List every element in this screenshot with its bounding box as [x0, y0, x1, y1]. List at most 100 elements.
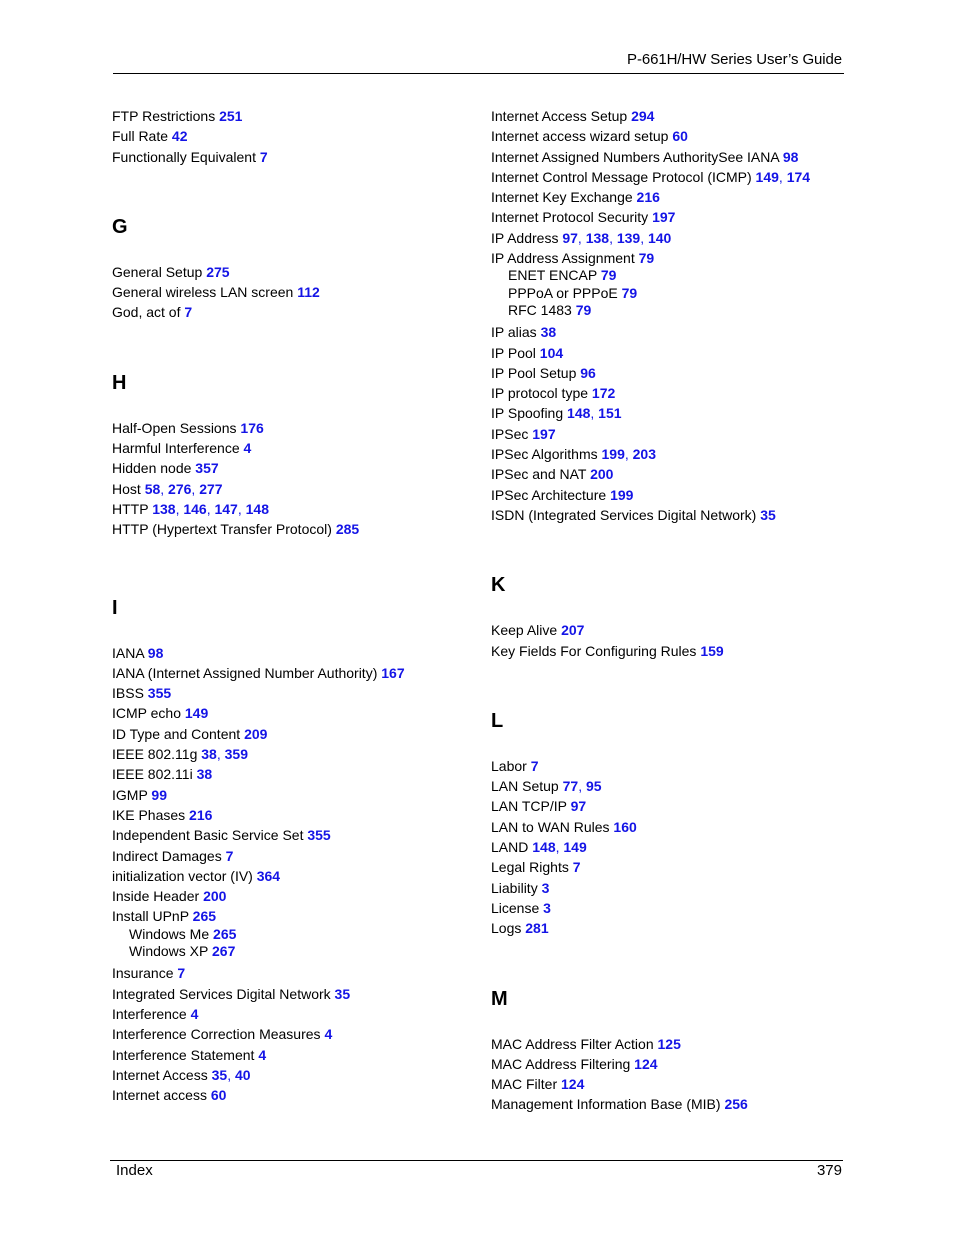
page-reference-link[interactable]: 160: [613, 819, 636, 835]
page-reference-link[interactable]: 359: [225, 746, 248, 762]
page-reference-link[interactable]: 97: [571, 798, 587, 814]
page-reference-link[interactable]: 149: [185, 705, 208, 721]
page-reference-link[interactable]: 140: [648, 230, 671, 246]
page-reference-link[interactable]: 256: [724, 1096, 747, 1112]
page-reference-link[interactable]: 79: [622, 285, 638, 301]
page-reference-link[interactable]: 58: [145, 481, 161, 497]
page-reference-link[interactable]: 4: [244, 440, 252, 456]
page-reference-link[interactable]: 98: [783, 149, 799, 165]
page-reference-link[interactable]: 277: [199, 481, 222, 497]
footer-section-label: Index: [116, 1162, 153, 1179]
page-reference-link[interactable]: 251: [219, 108, 242, 124]
page-reference-link[interactable]: 4: [258, 1047, 266, 1063]
page-reference-link[interactable]: 176: [240, 420, 263, 436]
page-reference-link[interactable]: 35: [335, 986, 351, 1002]
page-reference-link[interactable]: 38: [197, 766, 213, 782]
page-reference-link[interactable]: 216: [637, 189, 660, 205]
index-term: Half-Open Sessions: [112, 419, 237, 436]
page-reference-link[interactable]: 149: [756, 169, 779, 185]
page-reference-link[interactable]: 275: [206, 264, 229, 280]
page-reference-link[interactable]: 146: [183, 501, 206, 517]
page-reference-link[interactable]: 38: [541, 324, 557, 340]
page-reference-link[interactable]: 38: [201, 746, 217, 762]
index-entry: Keep Alive 207: [491, 620, 861, 640]
page-reference-link[interactable]: 79: [639, 250, 655, 266]
page-reference-link[interactable]: 7: [260, 149, 268, 165]
index-term: IP Pool: [491, 344, 536, 361]
page-reference-link[interactable]: 35: [760, 507, 776, 523]
page-reference-link[interactable]: 40: [235, 1067, 251, 1083]
page-reference-link[interactable]: 203: [633, 446, 656, 462]
index-entry: IP Pool Setup 96: [491, 363, 861, 383]
page-reference-link[interactable]: 267: [212, 943, 235, 959]
page-reference-link[interactable]: 281: [525, 920, 548, 936]
page-reference-link[interactable]: 97: [562, 230, 578, 246]
page-reference-link[interactable]: 294: [631, 108, 654, 124]
page-reference-link[interactable]: 276: [168, 481, 191, 497]
page-reference-link[interactable]: 199: [602, 446, 625, 462]
page-reference-link[interactable]: 138: [586, 230, 609, 246]
page-reference-link[interactable]: 265: [193, 908, 216, 924]
page-reference-link[interactable]: 364: [257, 868, 280, 884]
page-reference-link[interactable]: 174: [787, 169, 810, 185]
page-reference-link[interactable]: 79: [601, 267, 617, 283]
page-reference-link[interactable]: 98: [148, 645, 164, 661]
page-reference-link[interactable]: 172: [592, 385, 615, 401]
page-reference-link[interactable]: 96: [580, 365, 596, 381]
page-reference-link[interactable]: 99: [151, 787, 167, 803]
page-reference-link[interactable]: 151: [598, 405, 621, 421]
page-separator: ,: [237, 500, 246, 517]
index-group-l: Labor 7 LAN Setup 77, 95 LAN TCP/IP 97 LAN …: [491, 756, 861, 939]
index-term: Insurance: [112, 965, 174, 982]
page-reference-link[interactable]: 60: [211, 1087, 227, 1103]
page-reference-link[interactable]: 7: [226, 848, 234, 864]
index-entry: HTTP 138, 146, 147, 148: [112, 499, 482, 519]
page-reference-link[interactable]: 197: [532, 426, 555, 442]
page-reference-link[interactable]: 200: [203, 888, 226, 904]
page-reference-link[interactable]: 3: [542, 880, 550, 896]
page-reference-link[interactable]: 207: [561, 622, 584, 638]
page-reference-link[interactable]: 149: [563, 839, 586, 855]
page-reference-link[interactable]: 138: [152, 501, 175, 517]
page-reference-link[interactable]: 197: [652, 209, 675, 225]
page-reference-link[interactable]: 60: [672, 128, 688, 144]
page-reference-link[interactable]: 148: [567, 405, 590, 421]
page-reference-link[interactable]: 209: [244, 726, 267, 742]
page-reference-link[interactable]: 167: [381, 665, 404, 681]
page-reference-link[interactable]: 159: [700, 643, 723, 659]
page-reference-link[interactable]: 79: [576, 302, 592, 318]
page-reference-link[interactable]: 124: [561, 1076, 584, 1092]
page-reference-link[interactable]: 125: [658, 1036, 681, 1052]
page-reference-link[interactable]: 139: [617, 230, 640, 246]
page-reference-link[interactable]: 4: [191, 1006, 199, 1022]
page-reference-link[interactable]: 200: [590, 466, 613, 482]
page-reference-link[interactable]: 77: [563, 778, 579, 794]
page-reference-link[interactable]: 355: [307, 827, 330, 843]
page-reference-link[interactable]: 355: [148, 685, 171, 701]
index-term: PPPoA or PPPoE: [508, 284, 618, 301]
page-reference-link[interactable]: 199: [610, 487, 633, 503]
index-entry: IGMP 99: [112, 785, 482, 805]
page-reference-link[interactable]: 104: [540, 345, 563, 361]
page-reference-link[interactable]: 7: [177, 965, 185, 981]
page-reference-link[interactable]: 3: [543, 900, 551, 916]
page-reference-link[interactable]: 265: [213, 926, 236, 942]
page-reference-link[interactable]: 7: [184, 304, 192, 320]
page-reference-link[interactable]: 216: [189, 807, 212, 823]
page-reference-link[interactable]: 112: [297, 284, 320, 300]
page-reference-link[interactable]: 35: [212, 1067, 228, 1083]
page-reference-link[interactable]: 4: [324, 1026, 332, 1042]
page-reference-link[interactable]: 124: [634, 1056, 657, 1072]
page-reference-link[interactable]: 7: [573, 859, 581, 875]
index-entry: God, act of 7: [112, 302, 482, 322]
page-reference-link[interactable]: 148: [246, 501, 269, 517]
index-term: IP Address: [491, 229, 559, 246]
page-reference-link[interactable]: 95: [586, 778, 602, 794]
page-reference-link[interactable]: 285: [336, 521, 359, 537]
page-reference-link[interactable]: 147: [214, 501, 237, 517]
index-term: Liability: [491, 879, 538, 896]
page-reference-link[interactable]: 7: [531, 758, 539, 774]
page-reference-link[interactable]: 148: [532, 839, 555, 855]
page-reference-link[interactable]: 357: [195, 460, 218, 476]
page-reference-link[interactable]: 42: [172, 128, 188, 144]
